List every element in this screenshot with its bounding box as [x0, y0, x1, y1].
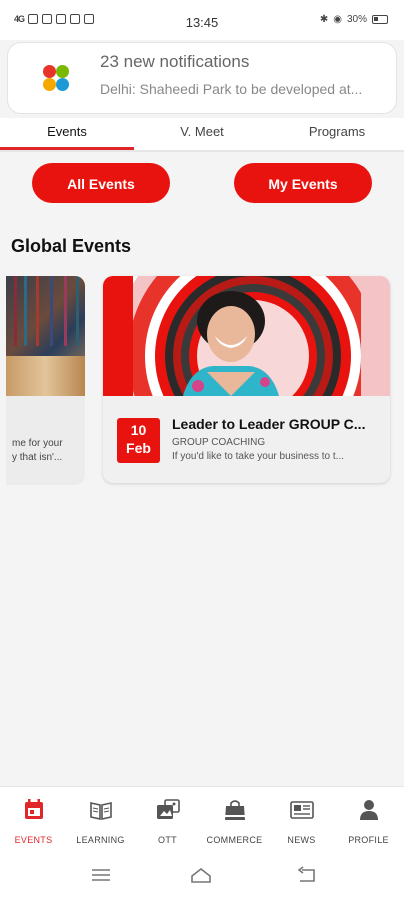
- event-card[interactable]: 10 Feb Leader to Leader GROUP C... GROUP…: [103, 276, 390, 483]
- battery-percent: 30%: [346, 14, 367, 25]
- app-logo-icon: [42, 64, 72, 94]
- notification-body: Delhi: Shaheedi Park to be developed at.…: [100, 81, 363, 97]
- tab-programs[interactable]: Programs: [270, 124, 404, 139]
- nav-label: NEWS: [287, 835, 316, 845]
- event-banner-graphic: [103, 276, 390, 396]
- calendar-icon: [24, 799, 43, 819]
- event-day: 10: [130, 422, 147, 438]
- book-icon: [89, 802, 112, 820]
- status-icons-right: ✱ ◉ 30%: [320, 14, 388, 25]
- system-navigation-bar: [0, 852, 404, 900]
- event-title: Leader to Leader GROUP C...: [172, 416, 366, 432]
- tab-bar: Events V. Meet Programs: [0, 118, 404, 150]
- event-month: Feb: [126, 440, 151, 456]
- bottom-navigation: EVENTS LEARNING OTT COMMERCE NEWS PROFIL…: [0, 786, 404, 853]
- person-icon: [359, 800, 378, 820]
- nav-news[interactable]: NEWS: [268, 797, 335, 845]
- nav-events[interactable]: EVENTS: [0, 797, 67, 845]
- nav-label: LEARNING: [76, 835, 125, 845]
- nav-ott[interactable]: OTT: [134, 797, 201, 845]
- alarm-icon: ◉: [333, 14, 342, 25]
- nav-label: PROFILE: [348, 835, 389, 845]
- notification-title: 23 new notifications: [100, 52, 250, 71]
- tab-v-meet[interactable]: V. Meet: [135, 124, 269, 139]
- section-title: Global Events: [11, 236, 132, 256]
- partial-card-text-2: y that isn'...: [12, 452, 63, 463]
- tab-divider: [0, 150, 404, 152]
- nav-label: OTT: [158, 835, 177, 845]
- nav-commerce[interactable]: COMMERCE: [201, 797, 268, 845]
- event-image: [103, 276, 390, 396]
- battery-icon: [372, 15, 388, 24]
- event-description: If you'd like to take your business to t…: [172, 451, 344, 462]
- nav-learning[interactable]: LEARNING: [67, 797, 134, 845]
- tab-events[interactable]: Events: [0, 124, 134, 139]
- nav-label: COMMERCE: [206, 835, 263, 845]
- back-icon[interactable]: [296, 866, 318, 884]
- nav-profile[interactable]: PROFILE: [335, 797, 402, 845]
- event-category: GROUP COACHING: [172, 437, 266, 448]
- event-image: [6, 276, 85, 396]
- partial-card-text-1: me for your: [12, 438, 63, 449]
- my-events-button[interactable]: My Events: [234, 163, 372, 203]
- menu-icon[interactable]: [90, 866, 112, 884]
- newspaper-icon: [289, 801, 314, 819]
- shopping-bag-icon: [224, 800, 245, 820]
- status-bar: 4G 13:45 ✱ ◉ 30%: [0, 0, 404, 40]
- nav-label: EVENTS: [14, 835, 53, 845]
- bluetooth-icon: ✱: [319, 14, 329, 25]
- notification-banner[interactable]: 23 new notifications Delhi: Shaheedi Par…: [7, 42, 397, 114]
- all-events-button[interactable]: All Events: [32, 163, 170, 203]
- event-card-partial[interactable]: me for your y that isn'...: [6, 276, 85, 485]
- media-icon: [156, 799, 180, 819]
- home-icon[interactable]: [190, 866, 212, 884]
- event-date-badge: 10 Feb: [117, 418, 160, 463]
